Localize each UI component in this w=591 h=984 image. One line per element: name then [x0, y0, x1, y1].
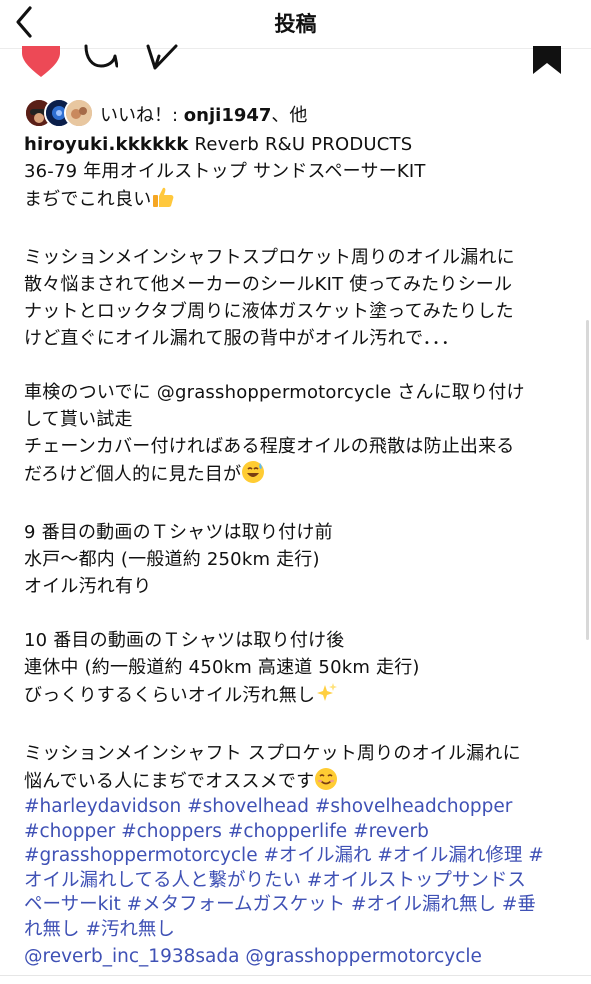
caption-text: Reverb R&U PRODUCTS: [188, 134, 413, 155]
hashtag-link[interactable]: れ無し: [24, 919, 80, 940]
top-bar: 投稿: [0, 0, 591, 49]
mention-link[interactable]: @grasshoppermotorcycle: [245, 946, 482, 967]
hashtag-link[interactable]: #オイル漏れ無し: [351, 894, 496, 915]
hashtags: #harleydavidson #shovelhead #shovelheadc…: [24, 795, 572, 942]
bookmark-icon: [533, 46, 561, 74]
mentions: @reverb_inc_1938sada @grasshoppermotorcy…: [24, 944, 584, 970]
scrollbar[interactable]: [586, 320, 589, 640]
hashtag-line: ペーサーkit #メタフォームガスケット #オイル漏れ無し #垂: [24, 893, 572, 918]
save-button[interactable]: [532, 46, 562, 80]
caption-line: 36-79 年用オイルストップ サンドスペーサーKIT: [24, 161, 426, 182]
hashtag-link[interactable]: #垂: [502, 894, 536, 915]
caption-text: まぢでこれ良い: [24, 189, 152, 210]
hashtag-link[interactable]: #harleydavidson: [24, 796, 181, 817]
author-username[interactable]: hiroyuki.kkkkkk: [24, 134, 189, 155]
page-title: 投稿: [274, 12, 317, 36]
caption-line: オイル汚れ有り: [24, 576, 152, 597]
caption-line: して貰い試走: [24, 409, 133, 430]
caption-line: けど直ぐにオイル漏れて服の背中がオイル汚れで．．．: [24, 328, 460, 349]
hashtag-link[interactable]: #shovelheadchopper: [315, 796, 513, 817]
caption-text: びっくりするくらいオイル汚れ無し: [24, 685, 316, 706]
hashtag-line: れ無し #汚れ無し: [24, 918, 572, 943]
caption-line: だろけど個人的に見た目が: [24, 460, 572, 492]
hashtag-link[interactable]: #メタフォームガスケット: [127, 894, 345, 915]
caption-line: チェーンカバー付ければある程度オイルの飛散は防止出来る: [24, 436, 515, 457]
caption-line: 9 番目の動画のＴシャツは取り付け前: [24, 522, 333, 543]
hashtag-line: #harleydavidson #shovelhead #shovelheadc…: [24, 795, 572, 820]
sparkles-icon: [315, 681, 339, 713]
caption-line: hiroyuki.kkkkkk Reverb R&U PRODUCTS: [24, 131, 572, 158]
hashtag-link[interactable]: #汚れ無し: [85, 919, 175, 940]
caption-line: ナットとロックタブ周りに液体ガスケット塗ってみたりした: [24, 301, 514, 322]
hashtag-link[interactable]: #shovelhead: [187, 796, 309, 817]
hashtag-line: オイル漏れしてる人と繋がりたい #オイルストップサンドス: [24, 869, 572, 894]
caption-line: 連休中 (約一般道約 450km 高速道 50km 走行): [24, 657, 420, 678]
share-button[interactable]: [145, 44, 179, 78]
caption-line: 10 番目の動画のＴシャツは取り付け後: [24, 630, 345, 651]
hashtag-link[interactable]: オイル漏れしてる人と繋がりたい: [24, 870, 301, 891]
caption-text: 悩んでいる人にまぢでオススメです: [24, 771, 315, 792]
likes-suffix[interactable]: 、他: [271, 105, 307, 126]
caption-line: 散々悩まされて他メーカーのシールKIT 使ってみたりシール: [24, 274, 513, 295]
comment-bubble-icon: [84, 44, 119, 68]
hashtag-line: #chopper #choppers #chopperlife #reverb: [24, 820, 572, 845]
caption-text: だろけど個人的に見た目が: [24, 464, 242, 485]
hashtag-line: #grasshoppermotorcycle #オイル漏れ #オイル漏れ修理 #: [24, 844, 572, 869]
caption-line: ミッションメインシャフトスプロケット周りのオイル漏れに: [24, 247, 515, 268]
divider: [0, 975, 591, 976]
hashtag-link[interactable]: #オイル漏れ修理: [377, 845, 522, 866]
comment-button[interactable]: [84, 44, 119, 78]
mention-link[interactable]: @reverb_inc_1938sada: [24, 946, 239, 967]
hashtag-link[interactable]: #: [528, 845, 544, 866]
caption-line: ミッションメインシャフト スプロケット周りのオイル漏れに: [24, 743, 521, 764]
hashtag-link[interactable]: #chopper: [24, 821, 115, 842]
liker-username[interactable]: onji1947: [184, 105, 272, 126]
post-caption: hiroyuki.kkkkkk Reverb R&U PRODUCTS 36-7…: [24, 131, 572, 799]
hashtag-link[interactable]: #choppers: [121, 821, 222, 842]
caption-line: まぢでこれ良い: [24, 185, 572, 217]
hashtag-link[interactable]: ペーサーkit: [24, 894, 121, 915]
caption-line: 車検のついでに @grasshoppermotorcycle さんに取り付け: [24, 382, 525, 403]
hashtag-link[interactable]: #オイルストップサンドス: [307, 870, 526, 891]
grinning-sweat-emoji-icon: [241, 460, 265, 492]
like-button[interactable]: [22, 45, 60, 82]
paper-plane-icon: [146, 44, 178, 70]
hashtag-link[interactable]: #オイル漏れ: [263, 845, 371, 866]
avatar-photo-icon: [66, 100, 92, 126]
thumbs-up-icon: [151, 185, 175, 217]
hashtag-link[interactable]: #chopperlife: [228, 821, 347, 842]
caption-line: 水戸〜都内 (一般道約 250km 走行): [24, 549, 320, 570]
likes-text: いいね！: onji1947、他: [100, 101, 307, 127]
action-bar: [0, 44, 591, 86]
caption-line: びっくりするくらいオイル汚れ無し: [24, 681, 572, 713]
likes-prefix: いいね！:: [100, 105, 184, 126]
likes-row: いいね！: onji1947、他: [24, 98, 584, 128]
hashtag-link[interactable]: #reverb: [353, 821, 429, 842]
avatar[interactable]: [64, 98, 94, 128]
hashtag-link[interactable]: #grasshoppermotorcycle: [24, 845, 258, 866]
heart-icon: [22, 45, 60, 77]
